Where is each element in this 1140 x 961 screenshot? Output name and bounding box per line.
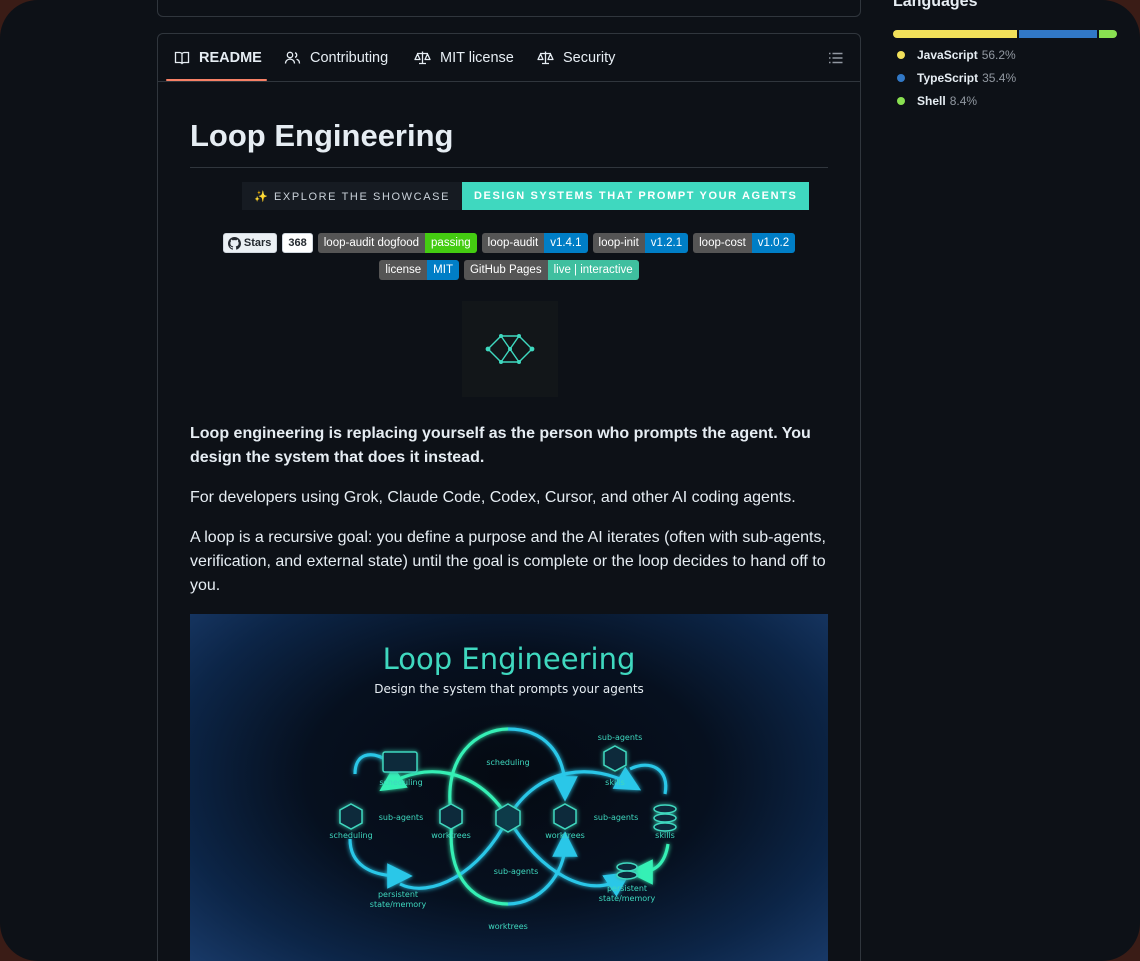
language-segment [1018, 30, 1097, 38]
showcase-badge[interactable]: ✨ EXPLORE THE SHOWCASE DESIGN SYSTEMS TH… [242, 182, 810, 210]
badge-value: v1.4.1 [544, 233, 588, 253]
badge-value: v1.2.1 [644, 233, 689, 253]
law-icon [537, 51, 554, 65]
languages-heading: Languages [893, 0, 978, 10]
badge-value: v1.0.2 [751, 233, 796, 253]
loop-definition-paragraph: A loop is a recursive goal: you define a… [190, 529, 826, 594]
language-segment [1098, 30, 1117, 38]
badge-label: loop-audit dogfood [317, 233, 426, 253]
badge-license[interactable]: license MIT [379, 260, 459, 280]
badge-value: live | interactive [547, 260, 639, 280]
badge-label: loop-audit [481, 233, 545, 253]
badge-loop-cost[interactable]: loop-cost v1.0.2 [693, 233, 796, 253]
outline-list-icon[interactable] [828, 50, 844, 66]
banner-label: state/memory [599, 894, 656, 903]
banner-label: worktrees [545, 831, 585, 840]
banner-label: skills [605, 778, 625, 787]
loop-engineering-banner: Loop Engineering Design the system that … [190, 614, 828, 961]
badge-value: passing [425, 233, 477, 253]
language-item-typescript[interactable]: TypeScript 35.4% [893, 71, 1016, 85]
badge-label: loop-cost [693, 233, 752, 253]
language-percent: 35.4% [982, 71, 1017, 85]
banner-label: sub-agents [494, 867, 538, 876]
tab-security[interactable]: Security [537, 34, 615, 82]
banner-label: persistent [607, 884, 647, 893]
banner-label: state/memory [370, 900, 427, 909]
github-icon [227, 236, 241, 250]
banner-label: sub-agents [598, 733, 642, 742]
language-name: Shell [917, 94, 946, 108]
stars-label: Stars [243, 237, 272, 249]
tab-readme[interactable]: README [174, 34, 262, 82]
banner-title: Loop Engineering [383, 642, 636, 676]
language-name: JavaScript [917, 48, 978, 62]
stars-button: Stars [222, 233, 278, 253]
github-stars-badge[interactable]: Stars 368 [222, 233, 313, 253]
language-segment [893, 30, 1017, 38]
badge-label: license [379, 260, 428, 280]
badge-value: MIT [427, 260, 459, 280]
badges-row-2: license MIT GitHub Pages live | interactiv… [190, 260, 828, 280]
tab-contributing[interactable]: Contributing [284, 34, 388, 82]
language-item-shell[interactable]: Shell 8.4% [893, 94, 977, 108]
language-name: TypeScript [917, 71, 979, 85]
language-percent: 56.2% [981, 48, 1016, 62]
badge-loop-audit[interactable]: loop-audit v1.4.1 [481, 233, 588, 253]
language-item-javascript[interactable]: JavaScript 56.2% [893, 48, 1016, 62]
tab-mit-license[interactable]: MIT license [414, 34, 514, 82]
banner-label: worktrees [488, 922, 528, 931]
developers-paragraph: For developers using Grok, Claude Code, … [190, 489, 796, 506]
loop-logo-icon [485, 334, 535, 364]
banner-label: sub-agents [379, 813, 423, 822]
languages-bar [893, 30, 1117, 38]
showcase-right-label: DESIGN SYSTEMS THAT PROMPT YOUR AGENTS [462, 182, 810, 210]
banner-label: scheduling [486, 758, 529, 767]
clipped-text-fragment [176, 1, 396, 2]
badge-loop-audit-dogfood[interactable]: loop-audit dogfood passing [317, 233, 477, 253]
badges-row-1: Stars 368 loop-audit dogfood passing loop… [190, 233, 828, 253]
people-icon [284, 51, 301, 64]
tab-label: README [199, 50, 262, 66]
badge-label: loop-init [592, 233, 645, 253]
stars-count: 368 [282, 233, 313, 253]
readme-tabs: README Contributing MIT license Security [158, 34, 860, 82]
tab-label: Contributing [310, 50, 389, 66]
book-icon [174, 51, 190, 65]
language-color-dot [897, 51, 905, 59]
intro-paragraph: Loop engineering is replacing yourself a… [190, 425, 811, 466]
banner-label: scheduling [329, 831, 372, 840]
language-percent: 8.4% [949, 94, 978, 108]
badge-label: GitHub Pages [463, 260, 548, 280]
law-icon [414, 51, 431, 65]
banner-label: skills [655, 831, 675, 840]
banner-subtitle: Design the system that prompts your agen… [374, 682, 644, 696]
badge-github-pages[interactable]: GitHub Pages live | interactive [463, 260, 639, 280]
language-color-dot [897, 97, 905, 105]
previous-section-box [157, 0, 861, 17]
banner-diagram: Loop Engineering Design the system that … [329, 642, 677, 931]
banner-label: persistent [378, 890, 418, 899]
loop-logo [462, 301, 558, 397]
language-color-dot [897, 74, 905, 82]
readme-panel: README Contributing MIT license Security… [157, 33, 861, 961]
tab-label: MIT license [440, 50, 514, 66]
tab-label: Security [563, 50, 616, 66]
readme-title: Loop Engineering [190, 117, 828, 168]
banner-label: worktrees [431, 831, 471, 840]
active-tab-indicator [166, 79, 267, 81]
showcase-left-label: ✨ EXPLORE THE SHOWCASE [242, 182, 463, 210]
banner-label: sub-agents [594, 813, 638, 822]
banner-label: scheduling [379, 778, 422, 787]
badge-loop-init[interactable]: loop-init v1.2.1 [592, 233, 689, 253]
app-frame: README Contributing MIT license Security… [0, 0, 1140, 961]
readme-content: Loop Engineering ✨ EXPLORE THE SHOWCASE … [190, 82, 828, 961]
